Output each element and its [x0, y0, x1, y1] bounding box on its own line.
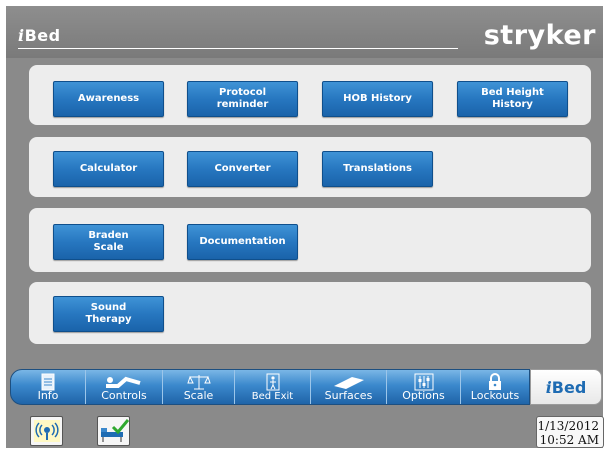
tab-scale-label: Scale [183, 389, 214, 402]
translations-button[interactable]: Translations [322, 151, 433, 187]
tab-lockouts[interactable]: Lockouts [461, 370, 529, 404]
tab-surfaces[interactable]: Surfaces [311, 370, 387, 404]
protocol-reminder-button[interactable]: Protocol reminder [187, 81, 298, 117]
app-title: iBed [18, 26, 61, 45]
tab-info-label: Info [37, 389, 59, 402]
tab-info[interactable]: Info [11, 370, 86, 404]
tab-controls[interactable]: Controls [86, 370, 163, 404]
tab-bed-exit[interactable]: Bed Exit [235, 370, 311, 404]
status-bar [6, 408, 603, 448]
app-title-rest: Bed [24, 26, 61, 45]
bed-height-history-button[interactable]: Bed Height History [457, 81, 568, 117]
tab-surfaces-label: Surfaces [324, 389, 373, 402]
tab-ibed-label: Bed [551, 377, 587, 397]
brand-logo: stryker [483, 20, 596, 51]
app-title-prefix: i [18, 26, 25, 45]
braden-scale-button[interactable]: Braden Scale [53, 224, 164, 260]
tab-controls-label: Controls [101, 389, 147, 402]
sound-therapy-button[interactable]: Sound Therapy [53, 296, 164, 332]
bed-ok-icon[interactable] [97, 416, 130, 446]
documentation-button[interactable]: Documentation [187, 224, 298, 260]
date-time-display[interactable]: 1/13/2012 10:52 AM [536, 416, 604, 448]
tab-options[interactable]: Options [387, 370, 461, 404]
awareness-button[interactable]: Awareness [53, 81, 164, 117]
tab-scale[interactable]: Scale [163, 370, 235, 404]
bed-exit-icon [235, 372, 310, 392]
tab-bed-exit-label: Bed Exit [251, 391, 294, 402]
converter-button[interactable]: Converter [187, 151, 298, 187]
tab-lockouts-label: Lockouts [470, 389, 520, 402]
tab-ibed[interactable]: i Bed [530, 369, 602, 405]
calculator-button[interactable]: Calculator [53, 151, 164, 187]
header-divider [18, 48, 458, 49]
hob-history-button[interactable]: HOB History [322, 81, 433, 117]
tab-options-label: Options [402, 389, 445, 402]
date-text: 1/13/2012 [537, 419, 599, 433]
tab-bar: Info Controls Scale Bed Exit Surfaces Op… [10, 369, 530, 405]
time-text: 10:52 AM [539, 433, 599, 447]
wireless-icon[interactable] [30, 416, 63, 446]
